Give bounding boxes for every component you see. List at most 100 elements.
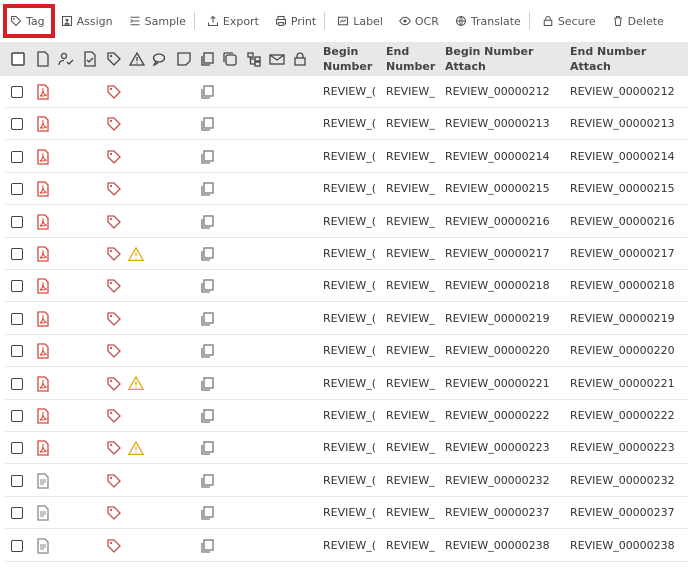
tag-icon[interactable] bbox=[106, 343, 122, 359]
tag-icon[interactable] bbox=[106, 538, 122, 554]
tag-icon[interactable] bbox=[106, 84, 122, 100]
column-header-end-number[interactable]: End Number bbox=[386, 44, 435, 74]
tag-icon[interactable] bbox=[106, 214, 122, 230]
table-row[interactable]: REVIEW_(REVIEW_ REVIEW_00000219 REVIEW_000… bbox=[5, 303, 688, 335]
pdf-icon[interactable] bbox=[35, 408, 51, 424]
row-checkbox[interactable] bbox=[11, 345, 23, 358]
copy-icon[interactable] bbox=[199, 311, 215, 327]
cell-begin-number: REVIEW_( bbox=[323, 149, 376, 163]
row-checkbox[interactable] bbox=[11, 248, 23, 260]
copy-icon[interactable] bbox=[199, 408, 215, 424]
table-row[interactable]: REVIEW_(REVIEW_ REVIEW_00000217 REVIEW_000… bbox=[5, 238, 688, 270]
text-file-icon[interactable] bbox=[35, 473, 51, 489]
row-checkbox[interactable] bbox=[11, 86, 23, 98]
tag-icon[interactable] bbox=[106, 311, 122, 327]
secure-button[interactable]: Secure bbox=[542, 0, 596, 42]
table-row[interactable]: REVIEW_(REVIEW_ REVIEW_00000238 REVIEW_000… bbox=[5, 530, 688, 562]
text-file-icon[interactable] bbox=[35, 505, 51, 521]
label-button[interactable]: Label bbox=[337, 0, 383, 42]
cell-end-number: REVIEW_ bbox=[386, 441, 435, 455]
chat-icon bbox=[152, 51, 168, 67]
copy-icon[interactable] bbox=[199, 343, 215, 359]
pdf-icon[interactable] bbox=[35, 116, 51, 133]
row-checkbox[interactable] bbox=[11, 377, 23, 390]
cell-begin-attach: REVIEW_00000217 bbox=[445, 247, 550, 260]
table-row[interactable]: REVIEW_(REVIEW_ REVIEW_00000237 REVIEW_000… bbox=[5, 497, 688, 530]
pdf-icon[interactable] bbox=[35, 343, 51, 359]
copy-icon[interactable] bbox=[199, 376, 215, 392]
table-row[interactable]: REVIEW_(REVIEW_ REVIEW_00000216 REVIEW_000… bbox=[5, 206, 688, 238]
column-header-begin-number[interactable]: Begin Number bbox=[323, 44, 372, 74]
tag-icon[interactable] bbox=[106, 440, 122, 456]
table-row[interactable]: REVIEW_(REVIEW_ REVIEW_00000214 REVIEW_000… bbox=[5, 141, 688, 173]
select-all-checkbox[interactable] bbox=[10, 51, 26, 67]
copy-icon[interactable] bbox=[199, 181, 215, 197]
table-row[interactable]: REVIEW_(REVIEW_ REVIEW_00000215 REVIEW_000… bbox=[5, 173, 688, 206]
tag-icon[interactable] bbox=[106, 473, 122, 489]
column-header-label: End Number Attach bbox=[570, 45, 647, 73]
column-header-begin-attach[interactable]: Begin Number Attach bbox=[445, 44, 533, 74]
table-row[interactable]: REVIEW_(REVIEW_ REVIEW_00000218 REVIEW_000… bbox=[5, 270, 688, 303]
column-header-end-attach[interactable]: End Number Attach bbox=[570, 44, 646, 74]
text-file-icon[interactable] bbox=[35, 537, 51, 554]
row-checkbox[interactable] bbox=[11, 183, 23, 196]
copy-icon[interactable] bbox=[199, 440, 215, 456]
cell-end-number: REVIEW_ bbox=[386, 473, 435, 487]
tag-icon[interactable] bbox=[106, 246, 122, 262]
row-checkbox[interactable] bbox=[11, 312, 23, 325]
copy-icon[interactable] bbox=[199, 505, 215, 521]
export-button[interactable]: Export bbox=[207, 0, 259, 42]
copy-icon[interactable] bbox=[199, 149, 215, 165]
copy-icon[interactable] bbox=[199, 214, 215, 230]
pdf-icon[interactable] bbox=[35, 213, 51, 230]
copy-icon[interactable] bbox=[199, 84, 215, 100]
row-checkbox[interactable] bbox=[11, 118, 23, 131]
row-checkbox[interactable] bbox=[11, 280, 23, 293]
row-checkbox[interactable] bbox=[11, 150, 23, 163]
row-checkbox[interactable] bbox=[11, 507, 23, 520]
copy-icon[interactable] bbox=[199, 246, 215, 262]
table-row[interactable]: REVIEW_(REVIEW_ REVIEW_00000221 REVIEW_000… bbox=[5, 368, 688, 400]
pdf-icon[interactable] bbox=[35, 246, 51, 262]
pdf-icon[interactable] bbox=[35, 311, 51, 327]
tag-icon[interactable] bbox=[106, 408, 122, 424]
pdf-icon[interactable] bbox=[35, 84, 51, 100]
table-row[interactable]: REVIEW_(REVIEW_ REVIEW_00000213 REVIEW_000… bbox=[5, 108, 688, 141]
table-row[interactable]: REVIEW_(REVIEW_ REVIEW_00000222 REVIEW_000… bbox=[5, 400, 688, 432]
cell-end-attach: REVIEW_00000215 bbox=[570, 182, 675, 196]
assign-button[interactable]: Assign bbox=[61, 0, 113, 42]
copy-icon[interactable] bbox=[199, 473, 215, 489]
row-checkbox[interactable] bbox=[11, 539, 23, 552]
table-row[interactable]: REVIEW_(REVIEW_ REVIEW_00000220 REVIEW_000… bbox=[5, 335, 688, 368]
row-checkbox[interactable] bbox=[11, 410, 23, 422]
pdf-icon[interactable] bbox=[35, 149, 51, 165]
row-checkbox[interactable] bbox=[11, 215, 23, 228]
tag-icon[interactable] bbox=[106, 376, 122, 392]
ocr-button[interactable]: OCR bbox=[399, 0, 439, 42]
email-icon bbox=[269, 51, 285, 67]
tag-icon[interactable] bbox=[106, 116, 122, 132]
table-row[interactable]: REVIEW_(REVIEW_ REVIEW_00000212 REVIEW_000… bbox=[5, 76, 688, 108]
tag-icon[interactable] bbox=[106, 505, 122, 521]
copy-icon[interactable] bbox=[199, 278, 215, 294]
copy-icon[interactable] bbox=[199, 538, 215, 554]
table-row[interactable]: REVIEW_(REVIEW_ REVIEW_00000232 REVIEW_000… bbox=[5, 465, 688, 497]
pdf-icon[interactable] bbox=[35, 278, 51, 295]
cell-begin-attach: REVIEW_00000220 bbox=[445, 344, 550, 358]
print-button[interactable]: Print bbox=[275, 0, 316, 42]
tag-icon[interactable] bbox=[106, 278, 122, 294]
row-checkbox[interactable] bbox=[11, 474, 23, 487]
tag-icon[interactable] bbox=[106, 149, 122, 165]
tag-button[interactable]: Tag bbox=[10, 0, 45, 42]
export-label: Export bbox=[222, 14, 259, 28]
copy-icon[interactable] bbox=[199, 116, 215, 132]
table-row[interactable]: REVIEW_(REVIEW_ REVIEW_00000223 REVIEW_000… bbox=[5, 432, 688, 465]
pdf-icon[interactable] bbox=[35, 375, 51, 392]
translate-button[interactable]: Translate bbox=[455, 0, 521, 42]
row-checkbox[interactable] bbox=[11, 442, 23, 455]
tag-icon[interactable] bbox=[106, 181, 122, 197]
delete-button[interactable]: Delete bbox=[612, 0, 664, 42]
pdf-icon[interactable] bbox=[35, 440, 51, 457]
sample-button[interactable]: Sample bbox=[129, 0, 186, 42]
pdf-icon[interactable] bbox=[35, 181, 51, 197]
